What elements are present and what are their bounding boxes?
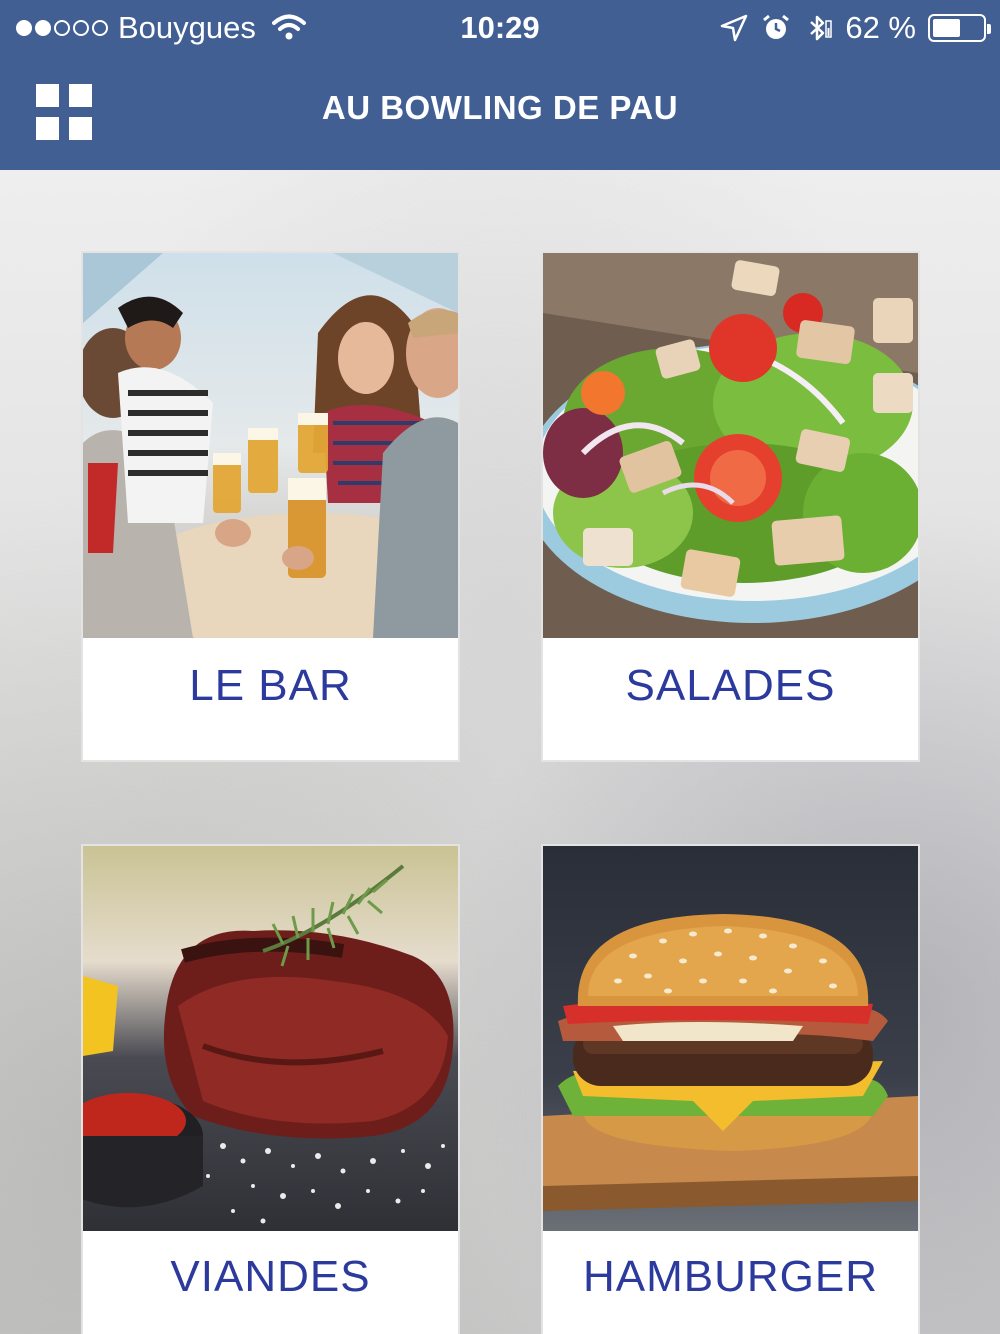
- card-label: HAMBURGER: [582, 1252, 879, 1301]
- menu-card-viandes[interactable]: VIANDES: [81, 844, 460, 1334]
- location-arrow-icon: [721, 14, 748, 42]
- burger-photo: [543, 846, 918, 1231]
- status-bar: Bouygues 10:29 62 %: [0, 0, 1000, 56]
- status-right: 62 %: [719, 8, 991, 48]
- navigation-bar: AU BOWLING DE PAU: [0, 56, 1000, 170]
- alarm-clock-icon: [763, 14, 790, 39]
- page-title: AU BOWLING DE PAU: [321, 89, 679, 126]
- card-label: VIANDES: [170, 1252, 371, 1301]
- card-label: SALADES: [625, 661, 836, 710]
- battery-percentage: 62 %: [845, 10, 916, 45]
- menu-card-salades[interactable]: SALADES: [541, 251, 920, 762]
- bluetooth-icon: [810, 15, 833, 41]
- menu-card-le-bar[interactable]: LE BAR: [81, 251, 460, 762]
- steak-photo: [83, 846, 458, 1231]
- card-label: LE BAR: [189, 661, 352, 710]
- menu-card-hamburger[interactable]: HAMBURGER: [541, 844, 920, 1334]
- salad-photo: [543, 253, 918, 638]
- battery-icon: [928, 14, 991, 42]
- bar-photo: [83, 253, 458, 638]
